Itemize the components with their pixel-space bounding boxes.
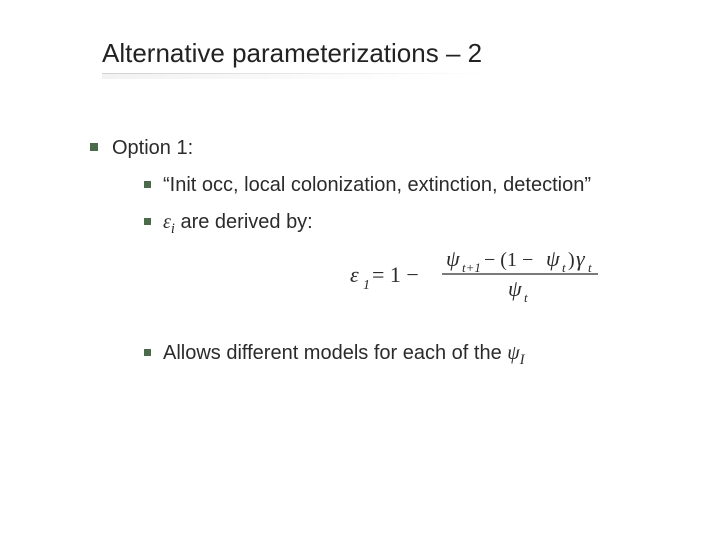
psi-sub: I: [520, 352, 525, 368]
slide-title: Alternative parameterizations – 2: [102, 38, 660, 69]
option-sub3: Allows different models for each of the …: [163, 338, 660, 369]
slide: Alternative parameterizations – 2 Option…: [0, 0, 720, 540]
bullet-level2: Allows different models for each of the …: [144, 338, 660, 369]
eq-eps: ε: [350, 262, 359, 287]
option-sub2: εi are derived by:: [163, 207, 660, 238]
psi-sym: ψ: [507, 342, 519, 364]
eq-num-psi: ψ: [446, 246, 460, 271]
equation-svg: ε 1 = 1 − ψ t+1 − (1 − ψ t ) γ t ψ: [350, 244, 600, 304]
option-sub3-prefix: Allows different models for each of the: [163, 342, 507, 364]
slide-body: Option 1: “Init occ, local colonization,…: [90, 133, 660, 369]
eq-den-psi-sub: t: [524, 290, 528, 304]
option-sub1: “Init occ, local colonization, extinctio…: [163, 170, 660, 201]
title-rule: [102, 73, 660, 79]
eq-num-minus: − (1 −: [484, 249, 533, 271]
equation: ε 1 = 1 − ψ t+1 − (1 − ψ t ) γ t ψ: [350, 244, 600, 314]
eq-eps-sub: 1: [363, 278, 370, 293]
eq-num-psi-sub: t+1: [462, 260, 481, 275]
epsilon-sub: i: [171, 221, 175, 237]
eq-num-gamma-sub: t: [588, 260, 592, 275]
eq-num-gamma: γ: [576, 246, 586, 271]
bullet-icon: [144, 349, 151, 356]
eq-den-psi: ψ: [508, 276, 522, 301]
eq-num-psi2: ψ: [546, 246, 560, 271]
eq-equals: = 1 −: [372, 262, 419, 287]
option-heading: Option 1:: [112, 133, 660, 164]
bullet-level2: “Init occ, local colonization, extinctio…: [144, 170, 660, 201]
bullet-icon: [144, 181, 151, 188]
bullet-icon: [144, 218, 151, 225]
epsilon-sym: ε: [163, 211, 171, 233]
eq-num-close: ): [568, 249, 575, 271]
option-sub2-rest: are derived by:: [175, 211, 313, 233]
bullet-level2: εi are derived by:: [144, 207, 660, 238]
eq-num-psi2-sub: t: [562, 260, 566, 275]
bullet-level1: Option 1:: [90, 133, 660, 164]
bullet-icon: [90, 143, 98, 151]
